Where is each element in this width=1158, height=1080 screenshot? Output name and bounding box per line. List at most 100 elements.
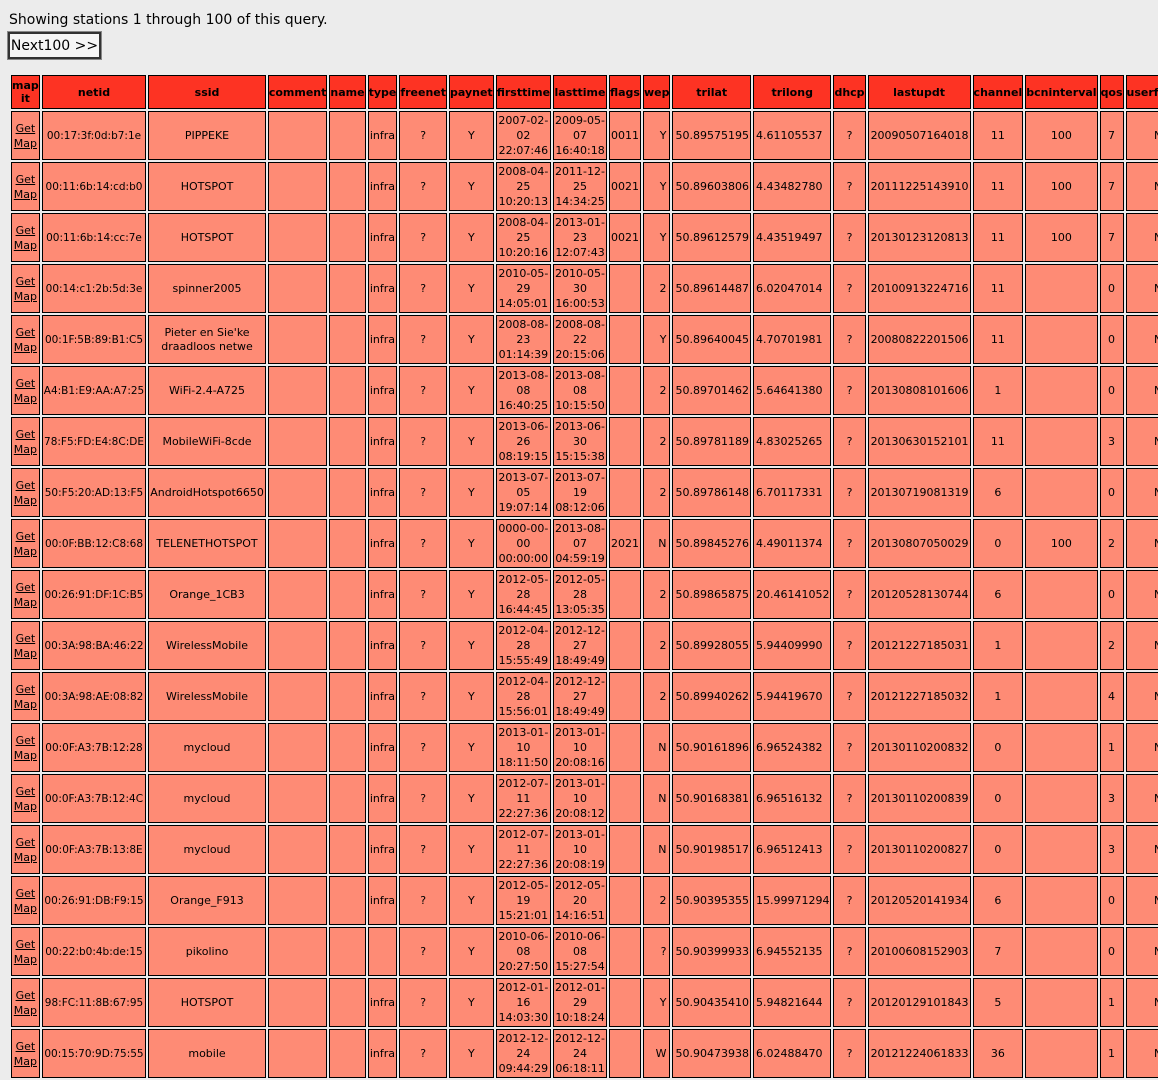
- cell-name: [329, 468, 366, 517]
- cell-name: [329, 162, 366, 211]
- get-map-link[interactable]: Get Map: [13, 376, 38, 406]
- cell-trilong: 4.83025265: [752, 417, 832, 466]
- cell-trilat: 50.90399933: [672, 927, 751, 976]
- cell-trilat: 50.89701462: [672, 366, 751, 415]
- cell-bcninterval: 100: [1025, 162, 1098, 211]
- cell-ssid: mobile: [148, 1029, 266, 1078]
- get-map-link[interactable]: Get Map: [13, 478, 38, 508]
- cell-wep: 2: [642, 621, 671, 670]
- map-it-cell: Get Map: [11, 876, 40, 925]
- cell-comment: [267, 162, 328, 211]
- cell-flags: [608, 264, 641, 313]
- cell-trilat: 50.90435410: [672, 978, 751, 1027]
- cell-flags: [608, 723, 641, 772]
- table-row: Get Map 00:15:70:9D:75:55 mobile infra? Y 201…: [11, 1029, 1158, 1078]
- cell-dhcp: ?: [833, 825, 866, 874]
- column-header-bcninterval: bcninterval: [1025, 75, 1098, 109]
- column-header-qos: qos: [1099, 75, 1124, 109]
- cell-bcninterval: [1025, 264, 1098, 313]
- column-header-comment: comment: [267, 75, 328, 109]
- cell-lastupdt: 20120129101843: [867, 978, 971, 1027]
- cell-type: infra: [367, 825, 398, 874]
- get-map-link[interactable]: Get Map: [13, 631, 38, 661]
- cell-ssid: pikolino: [148, 927, 266, 976]
- get-map-link[interactable]: Get Map: [13, 835, 38, 865]
- cell-qos: 0: [1099, 927, 1124, 976]
- cell-qos: 0: [1099, 264, 1124, 313]
- cell-lasttime: 2013-08- 07 04:59:19: [553, 519, 607, 568]
- get-map-link[interactable]: Get Map: [13, 121, 38, 151]
- cell-flags: [608, 774, 641, 823]
- get-map-link[interactable]: Get Map: [13, 325, 38, 355]
- get-map-link[interactable]: Get Map: [13, 529, 38, 559]
- cell-type: infra: [367, 111, 398, 160]
- get-map-link[interactable]: Get Map: [13, 682, 38, 712]
- cell-netid: 78:F5:FD:E4:8C:DE: [41, 417, 147, 466]
- get-map-link[interactable]: Get Map: [13, 937, 38, 967]
- cell-dhcp: ?: [833, 366, 866, 415]
- cell-dhcp: ?: [833, 111, 866, 160]
- cell-trilong: 6.02047014: [752, 264, 832, 313]
- cell-dhcp: ?: [833, 1029, 866, 1078]
- cell-freenet: ?: [399, 366, 448, 415]
- cell-comment: [267, 519, 328, 568]
- cell-qos: 2: [1099, 621, 1124, 670]
- get-map-link[interactable]: Get Map: [13, 427, 38, 457]
- cell-comment: [267, 876, 328, 925]
- cell-trilat: 50.89928055: [672, 621, 751, 670]
- get-map-link[interactable]: Get Map: [13, 223, 38, 253]
- get-map-link[interactable]: Get Map: [13, 580, 38, 610]
- table-row: Get Map 00:3A:98:AE:08:82 WirelessMobile in…: [11, 672, 1158, 721]
- cell-userfound: N: [1125, 162, 1158, 211]
- cell-name: [329, 927, 366, 976]
- get-map-link[interactable]: Get Map: [13, 733, 38, 763]
- cell-ssid: MobileWiFi-8cde: [148, 417, 266, 466]
- table-row: Get Map 00:14:c1:2b:5d:3e spinner2005 infra…: [11, 264, 1158, 313]
- cell-lastupdt: 20121224061833: [867, 1029, 971, 1078]
- cell-lasttime: 2009-05- 07 16:40:18: [553, 111, 607, 160]
- cell-netid: 00:26:91:DF:1C:B5: [41, 570, 147, 619]
- cell-netid: 00:0F:A3:7B:12:4C: [41, 774, 147, 823]
- cell-ssid: Orange_F913: [148, 876, 266, 925]
- table-row: Get Map 00:1F:5B:89:B1:C5 Pieter en Sie'ke…: [11, 315, 1158, 364]
- cell-type: infra: [367, 570, 398, 619]
- cell-netid: 98:FC:11:8B:67:95: [41, 978, 147, 1027]
- map-it-cell: Get Map: [11, 264, 40, 313]
- cell-lasttime: 2010-05- 30 16:00:53: [553, 264, 607, 313]
- cell-channel: 6: [972, 570, 1024, 619]
- cell-trilat: 50.89845276: [672, 519, 751, 568]
- cell-trilong: 6.96524382: [752, 723, 832, 772]
- cell-bcninterval: [1025, 774, 1098, 823]
- cell-netid: 00:0F:A3:7B:13:8E: [41, 825, 147, 874]
- cell-channel: 5: [972, 978, 1024, 1027]
- cell-flags: 0021: [608, 162, 641, 211]
- cell-ssid: HOTSPOT: [148, 162, 266, 211]
- cell-flags: [608, 468, 641, 517]
- cell-dhcp: ?: [833, 621, 866, 670]
- cell-trilong: 6.70117331: [752, 468, 832, 517]
- cell-freenet: ?: [399, 315, 448, 364]
- cell-paynet: Y: [449, 417, 494, 466]
- get-map-link[interactable]: Get Map: [13, 784, 38, 814]
- cell-paynet: Y: [449, 672, 494, 721]
- next-page-button[interactable]: Next100 >>: [7, 31, 102, 60]
- cell-comment: [267, 723, 328, 772]
- get-map-link[interactable]: Get Map: [13, 1039, 38, 1069]
- cell-dhcp: ?: [833, 774, 866, 823]
- cell-lastupdt: 20120528130744: [867, 570, 971, 619]
- map-it-cell: Get Map: [11, 723, 40, 772]
- cell-name: [329, 417, 366, 466]
- cell-wep: N: [642, 519, 671, 568]
- cell-paynet: Y: [449, 621, 494, 670]
- get-map-link[interactable]: Get Map: [13, 172, 38, 202]
- cell-trilong: 4.61105537: [752, 111, 832, 160]
- cell-freenet: ?: [399, 111, 448, 160]
- cell-name: [329, 723, 366, 772]
- column-header-trilong: trilong: [752, 75, 832, 109]
- get-map-link[interactable]: Get Map: [13, 886, 38, 916]
- cell-paynet: Y: [449, 162, 494, 211]
- cell-firsttime: 2012-07- 11 22:27:36: [495, 774, 552, 823]
- cell-flags: [608, 825, 641, 874]
- get-map-link[interactable]: Get Map: [13, 988, 38, 1018]
- get-map-link[interactable]: Get Map: [13, 274, 38, 304]
